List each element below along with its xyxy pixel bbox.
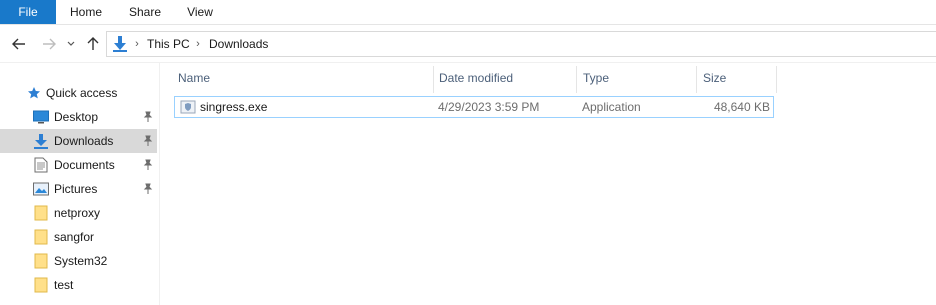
ribbon: File Home Share View <box>0 0 936 25</box>
sidebar-header-label: Quick access <box>46 86 118 100</box>
table-row[interactable]: singress.exe 4/29/2023 3:59 PM Applicati… <box>174 96 774 118</box>
tab-file[interactable]: File <box>0 0 56 24</box>
folder-icon <box>33 205 49 221</box>
column-divider[interactable] <box>776 66 777 93</box>
sidebar-item-test[interactable]: test <box>0 273 157 297</box>
tab-share[interactable]: Share <box>117 0 173 24</box>
desktop-icon <box>33 109 49 125</box>
back-button[interactable] <box>10 34 28 54</box>
navigation-pane: Quick access Desktop Downloads Documents <box>0 63 160 305</box>
sidebar-item-label: netproxy <box>54 206 101 220</box>
star-icon <box>26 85 42 101</box>
sidebar-item-system32[interactable]: System32 <box>0 249 157 273</box>
exe-file-icon <box>180 99 196 115</box>
pin-icon[interactable] <box>142 183 154 195</box>
file-list: Name Date modified Type Size singress.ex… <box>160 63 936 305</box>
recent-locations-button[interactable] <box>64 34 78 54</box>
address-bar[interactable]: › This PC › Downloads <box>106 31 936 57</box>
pin-icon[interactable] <box>142 111 154 123</box>
file-size: 48,640 KB <box>713 100 770 114</box>
downloads-icon <box>33 133 49 149</box>
sidebar-quick-access[interactable]: Quick access <box>0 81 157 105</box>
pin-icon[interactable] <box>142 135 154 147</box>
tab-view[interactable]: View <box>172 0 228 24</box>
sidebar-item-label: sangfor <box>54 230 95 244</box>
pin-icon[interactable] <box>142 159 154 171</box>
sidebar-item-label: test <box>54 278 74 292</box>
sidebar-item-label: Downloads <box>54 134 114 148</box>
sidebar-item-label: Desktop <box>54 110 99 124</box>
column-header-size[interactable]: Size <box>697 63 776 93</box>
folder-icon <box>33 253 49 269</box>
column-header-date-modified[interactable]: Date modified <box>433 63 576 93</box>
arrow-left-icon <box>12 38 25 50</box>
folder-icon <box>33 277 49 293</box>
documents-icon <box>33 157 49 173</box>
breadcrumb-downloads[interactable]: Downloads <box>209 35 268 53</box>
sidebar-item-documents[interactable]: Documents <box>0 153 157 177</box>
sidebar-item-label: System32 <box>54 254 108 268</box>
sidebar-item-label: Documents <box>54 158 115 172</box>
tab-home[interactable]: Home <box>58 0 114 24</box>
file-date-modified: 4/29/2023 3:59 PM <box>438 100 540 114</box>
breadcrumb-separator[interactable]: › <box>132 35 142 53</box>
folder-icon <box>33 229 49 245</box>
arrow-up-icon <box>87 37 99 50</box>
sidebar-item-netproxy[interactable]: netproxy <box>0 201 157 225</box>
file-name: singress.exe <box>200 100 268 114</box>
navigation-bar: › This PC › Downloads <box>0 25 936 63</box>
breadcrumb-separator[interactable]: › <box>193 35 203 53</box>
arrow-right-icon <box>43 38 56 50</box>
sidebar-item-downloads[interactable]: Downloads <box>0 129 157 153</box>
forward-button[interactable] <box>40 34 58 54</box>
downloads-icon <box>111 35 129 53</box>
sidebar-item-label: Pictures <box>54 182 98 196</box>
file-type: Application <box>582 100 641 114</box>
pictures-icon <box>33 181 49 197</box>
up-button[interactable] <box>84 34 102 54</box>
breadcrumb-this-pc[interactable]: This PC <box>147 35 190 53</box>
chevron-down-icon <box>67 41 75 46</box>
sidebar-item-pictures[interactable]: Pictures <box>0 177 157 201</box>
column-header-type[interactable]: Type <box>577 63 696 93</box>
column-header-name[interactable]: Name <box>172 63 432 93</box>
sidebar-item-sangfor[interactable]: sangfor <box>0 225 157 249</box>
sidebar-item-desktop[interactable]: Desktop <box>0 105 157 129</box>
